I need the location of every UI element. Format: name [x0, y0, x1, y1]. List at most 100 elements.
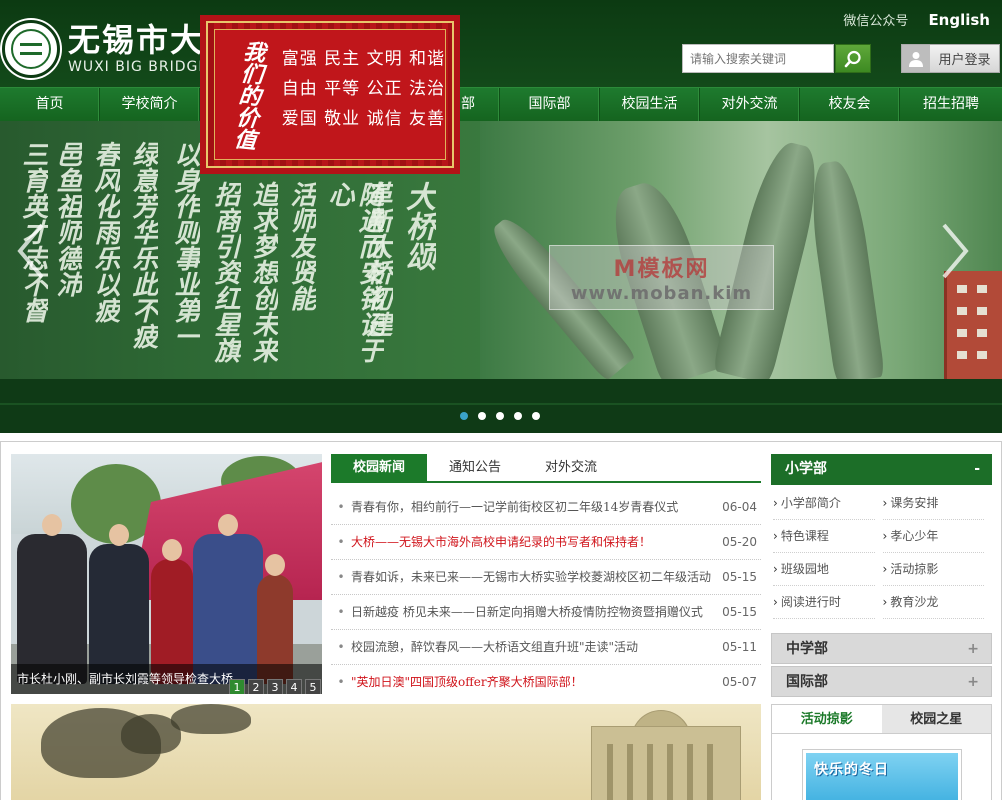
bullet-icon: • — [337, 535, 345, 549]
sidebar-international-title: 国际部 — [786, 674, 828, 690]
slider-dot-2[interactable] — [478, 412, 486, 420]
sidebar-link[interactable]: › 小学部简介 — [773, 487, 875, 520]
search-button[interactable] — [835, 44, 871, 73]
photo-page-3[interactable]: 3 — [267, 679, 283, 694]
wechat-link[interactable]: 微信公众号 — [843, 10, 908, 29]
hero-slider[interactable]: 三育英才志不督 邑鱼祖师德沛 春风化雨乐以疲 绿意芳华乐此不疲 以身作则事业第一… — [0, 121, 1002, 379]
slider-dot-5[interactable] — [532, 412, 540, 420]
tab-campus-news[interactable]: 校园新闻 — [331, 454, 427, 481]
building-image — [944, 271, 1002, 379]
nav-item-alumni[interactable]: 校友会 — [800, 88, 900, 121]
calligraphy-column: 招商引资红星旗 — [210, 181, 240, 363]
slider-dot-3[interactable] — [496, 412, 504, 420]
photo-page-1[interactable]: 1 — [229, 679, 245, 694]
collapse-icon[interactable]: - — [974, 454, 980, 485]
activity-tabs: 活动掠影 校园之星 — [772, 705, 991, 734]
sidebar-link[interactable]: › 阅读进行时 — [773, 586, 875, 619]
news-item[interactable]: • 大桥——无锡大市海外高校申请纪录的书写者和保持者！ 05-20 — [331, 525, 761, 560]
search-input[interactable] — [682, 44, 834, 73]
sidebar-international[interactable]: 国际部 + — [771, 666, 992, 697]
news-title[interactable]: 青春有你，相约前行—一记学前街校区初二年级14岁青春仪式 — [351, 490, 717, 524]
nav-item-home[interactable]: 首页 — [0, 88, 100, 121]
chevron-right-icon — [942, 223, 969, 279]
sidebar-middle-title: 中学部 — [786, 641, 828, 657]
english-link[interactable]: English — [928, 11, 990, 29]
calligraphy-column: 大桥颂 — [400, 181, 435, 271]
news-title[interactable]: 大桥——无锡大市海外高校申请纪录的书写者和保持者！ — [351, 525, 717, 559]
sidebar-link[interactable]: › 教育沙龙 — [882, 586, 984, 619]
slogan-lines: 富强 民主 文明 和谐 自由 平等 公正 法治 爱国 敬业 诚信 友善 — [282, 30, 445, 159]
news-title[interactable]: 日新越疫 桥见未来——日新定向捐赠大桥疫情防控物资暨捐赠仪式 — [351, 595, 717, 629]
news-date: 05-20 — [722, 535, 757, 549]
sidebar-link[interactable]: › 活动掠影 — [882, 553, 984, 586]
school-emblem-icon — [2, 20, 60, 78]
news-item[interactable]: • 校园流憩，醉饮春风——大桥语文组直升班"走读"活动 05-11 — [331, 630, 761, 665]
tab-exchange[interactable]: 对外交流 — [523, 454, 619, 481]
news-title[interactable]: "英加日澳"四国顶级offer齐聚大桥国际部！ — [351, 665, 717, 700]
caret-right-icon: › — [882, 529, 888, 543]
login-label: 用户登录 — [938, 53, 991, 68]
calligraphy-column: 追求梦想创未来 — [248, 181, 278, 363]
news-date: 05-15 — [722, 570, 757, 584]
sidebar-link-label: 课务安排 — [890, 496, 939, 510]
core-values-banner[interactable]: 我们的价值 富强 民主 文明 和谐 自由 平等 公正 法治 爱国 敬业 诚信 友… — [200, 15, 460, 174]
slider-dot-4[interactable] — [514, 412, 522, 420]
news-item[interactable]: • 日新越疫 桥见未来——日新定向捐赠大桥疫情防控物资暨捐赠仪式 05-15 — [331, 595, 761, 630]
watermark-line1: M模板网 — [613, 257, 710, 282]
sidebar-link-label: 活动掠影 — [890, 562, 939, 576]
sidebar-link-label: 教育沙龙 — [890, 595, 939, 609]
news-photo-slider[interactable]: 市长杜小刚、副市长刘霞等领导检查大桥 1 2 3 4 5 — [11, 454, 322, 694]
bullet-icon: • — [337, 570, 345, 584]
sidebar-middle-school[interactable]: 中学部 + — [771, 633, 992, 664]
search-icon — [844, 50, 861, 67]
campus-history-photo[interactable] — [11, 704, 761, 800]
expand-icon[interactable]: + — [967, 634, 979, 665]
next-slide-button[interactable] — [940, 221, 970, 281]
photo-page-2[interactable]: 2 — [248, 679, 264, 694]
sidebar-link[interactable]: › 班级园地 — [773, 553, 875, 586]
sidebar-primary-school[interactable]: 小学部 - — [771, 454, 992, 485]
sidebar-link-label: 阅读进行时 — [780, 595, 841, 609]
calligraphy-column: 革新大桥初建 — [362, 181, 392, 337]
watermark-line2: www.moban.kim — [570, 283, 753, 304]
news-title[interactable]: 青春如诉，未来已来——无锡市大桥实验学校菱湖校区初二年级活动 — [351, 560, 717, 594]
calligraphy-column: 邑鱼祖师德沛 — [52, 141, 82, 297]
expand-icon[interactable]: + — [967, 667, 979, 698]
news-item[interactable]: • 青春有你，相约前行—一记学前街校区初二年级14岁青春仪式 06-04 — [331, 490, 761, 525]
activity-thumbnail[interactable]: 快乐的冬日 — [802, 749, 962, 800]
news-item[interactable]: • "英加日澳"四国顶级offer齐聚大桥国际部！ 05-07 — [331, 665, 761, 700]
news-tabs: 校园新闻 通知公告 对外交流 — [331, 454, 761, 483]
photo-page-4[interactable]: 4 — [286, 679, 302, 694]
prev-slide-button[interactable] — [16, 221, 46, 281]
nav-item-exchange[interactable]: 对外交流 — [700, 88, 800, 121]
photo-page-5[interactable]: 5 — [305, 679, 321, 694]
tab-notices[interactable]: 通知公告 — [427, 454, 523, 481]
tab-campus-stars[interactable]: 校园之星 — [881, 705, 991, 733]
sidebar-link[interactable]: › 孝心少年 — [882, 520, 984, 553]
top-links: 微信公众号 English — [843, 10, 990, 30]
caret-right-icon: › — [773, 529, 778, 543]
slider-dot-1[interactable] — [460, 412, 468, 420]
activity-panel: 活动掠影 校园之星 快乐的冬日 — [771, 704, 992, 800]
nav-item-admissions[interactable]: 招生招聘 — [900, 88, 1002, 121]
caret-right-icon: › — [882, 595, 888, 609]
main-content: 市长杜小刚、副市长刘霞等领导检查大桥 1 2 3 4 5 校园新闻 通知公告 对… — [0, 441, 1002, 800]
sidebar-link-label: 小学部简介 — [780, 496, 841, 510]
sidebar-primary-title: 小学部 — [785, 461, 827, 477]
sidebar-primary-links: › 小学部简介 › 课务安排 › 特色课程 › 孝心少年 › 班级园地 › 活动掠影 › 阅读… — [771, 485, 992, 625]
news-item[interactable]: • 青春如诉，未来已来——无锡市大桥实验学校菱湖校区初二年级活动 05-15 — [331, 560, 761, 595]
calligraphy-column: 活师友贤能 — [286, 181, 316, 311]
sidebar-link[interactable]: › 课务安排 — [882, 487, 984, 520]
nav-item-campus-life[interactable]: 校园生活 — [600, 88, 700, 121]
slider-footer — [0, 379, 1002, 433]
calligraphy-column: 春风化雨乐以疲 — [90, 141, 120, 323]
slogan-line: 爱国 敬业 诚信 友善 — [281, 109, 445, 129]
calligraphy-column: 绿意芳华乐此不疲 — [128, 141, 158, 349]
sidebar-link[interactable]: › 特色课程 — [773, 520, 875, 553]
nav-item-international[interactable]: 国际部 — [500, 88, 600, 121]
login-button[interactable]: 用户登录 — [901, 44, 1000, 73]
tab-activities[interactable]: 活动掠影 — [772, 705, 882, 733]
sidebar-link-label: 孝心少年 — [890, 529, 939, 543]
nav-item-about[interactable]: 学校简介 — [100, 88, 200, 121]
news-title[interactable]: 校园流憩，醉饮春风——大桥语文组直升班"走读"活动 — [351, 630, 717, 664]
